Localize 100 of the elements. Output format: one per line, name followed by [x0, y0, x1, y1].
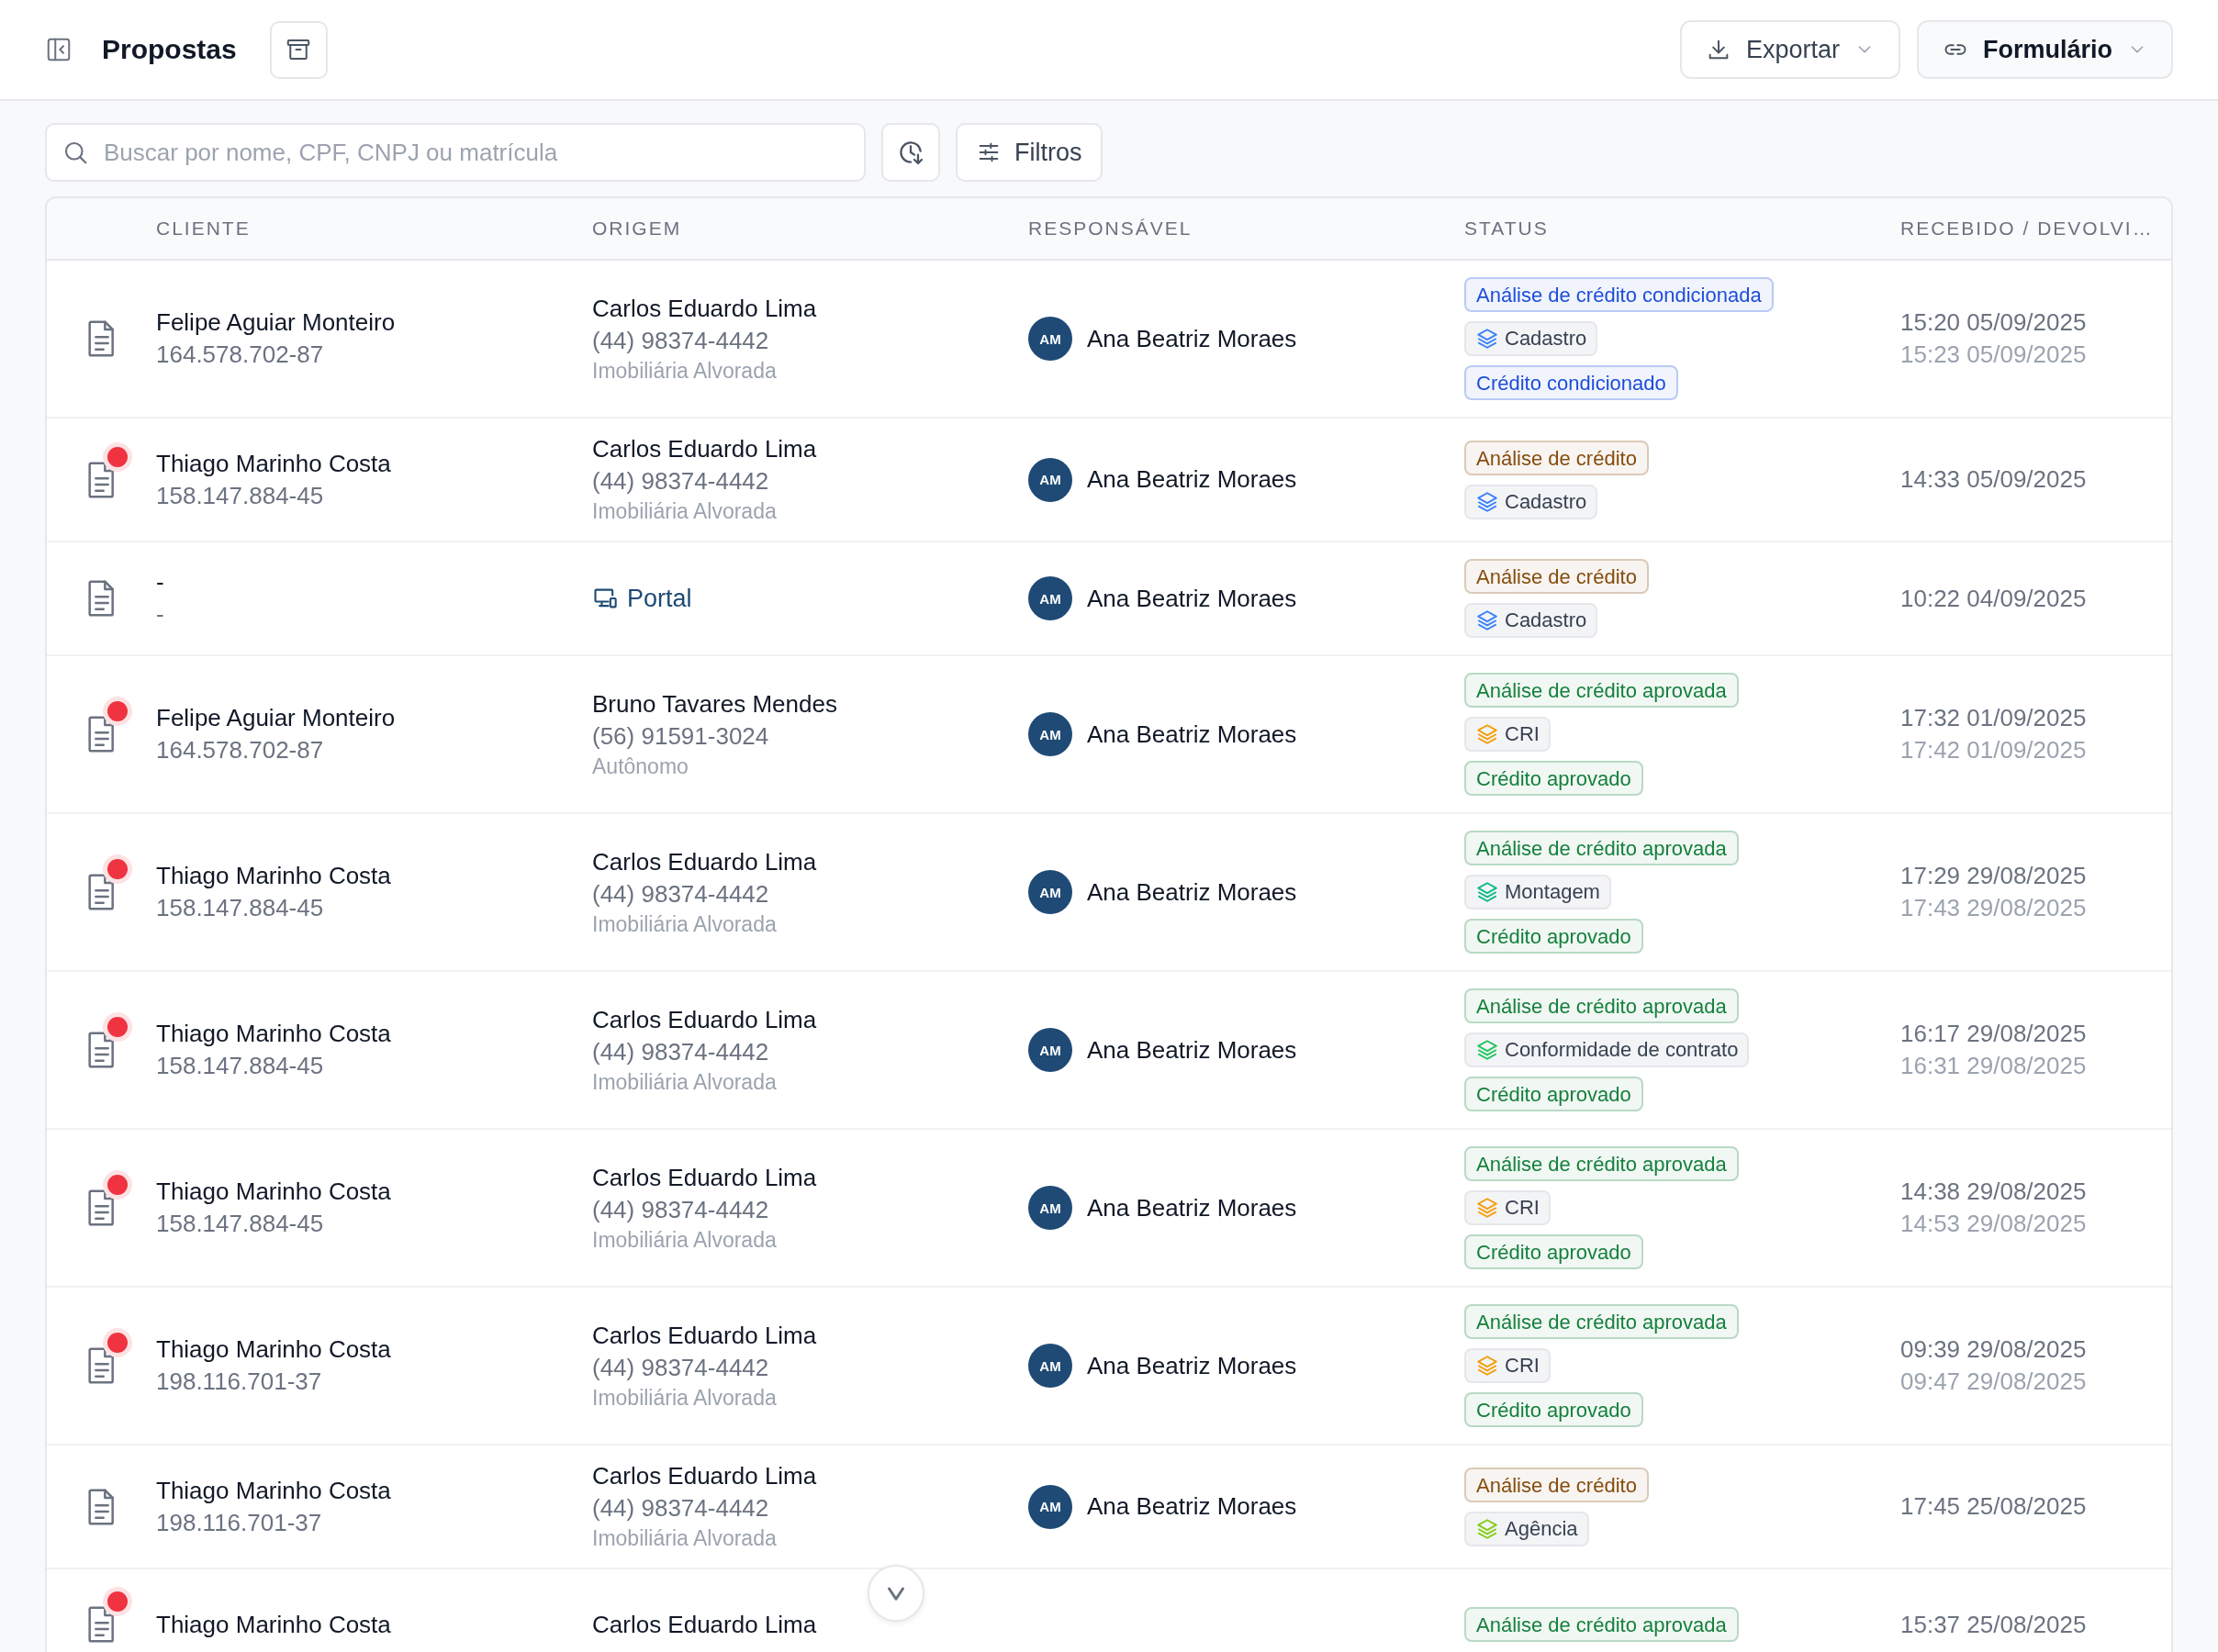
received-time: 17:32 01/09/2025: [1900, 704, 2087, 732]
stage-label: Cadastro: [1505, 488, 1587, 515]
received-time: 16:17 29/08/2025: [1900, 1020, 2087, 1048]
avatar: AM: [1028, 1028, 1072, 1072]
column-header: RESPONSÁVEL: [1028, 218, 1193, 240]
origin-phone: (44) 98374-4442: [592, 879, 769, 909]
received-time: 10:22 04/09/2025: [1900, 584, 2087, 613]
assignee-name: Ana Beatriz Moraes: [1087, 720, 1297, 749]
received-time: 14:33 05/09/2025: [1900, 465, 2087, 494]
stage-label: Conformidade de contrato: [1505, 1037, 1739, 1063]
status-tag: Análise de crédito aprovada: [1464, 1304, 1739, 1339]
origin-name: Carlos Eduardo Lima: [592, 1462, 817, 1490]
status-tag: Análise de crédito aprovada: [1464, 988, 1739, 1023]
origin-name: Carlos Eduardo Lima: [592, 1005, 817, 1034]
assignee-name: Ana Beatriz Moraes: [1087, 324, 1297, 353]
origin-company: Imobiliária Alvorada: [592, 1385, 777, 1411]
origin-phone: (44) 98374-4442: [592, 1037, 769, 1066]
returned-time: 09:47 29/08/2025: [1900, 1367, 2087, 1396]
received-time: 15:37 25/08/2025: [1900, 1610, 2087, 1639]
stage-label: CRI: [1505, 721, 1540, 747]
filters-button[interactable]: Filtros: [956, 123, 1103, 182]
archive-button[interactable]: [269, 20, 328, 79]
client-document: 164.578.702-87: [156, 340, 324, 369]
status-tag: Análise de crédito aprovada: [1464, 1607, 1739, 1642]
returned-time: 14:53 29/08/2025: [1900, 1210, 2087, 1238]
origin-name: Carlos Eduardo Lima: [592, 1163, 817, 1192]
client-name: Thiago Marinho Costa: [156, 449, 391, 478]
form-button[interactable]: Formulário: [1917, 20, 2173, 79]
avatar: AM: [1028, 1186, 1072, 1230]
assignee-name: Ana Beatriz Moraes: [1087, 465, 1297, 494]
export-button[interactable]: Exportar: [1679, 20, 1900, 79]
client-document: 158.147.884-45: [156, 894, 324, 922]
origin-phone: (56) 91591-3024: [592, 721, 769, 751]
stage-label: Cadastro: [1505, 326, 1587, 352]
assignee-name: Ana Beatriz Moraes: [1087, 877, 1297, 907]
status-tag: Análise de crédito aprovada: [1464, 673, 1739, 708]
client-name: Thiago Marinho Costa: [156, 1610, 391, 1639]
search-field[interactable]: Buscar por nome, CPF, CNPJ ou matrícula: [45, 123, 866, 182]
stage-label: CRI: [1505, 1195, 1540, 1221]
origin-name: Carlos Eduardo Lima: [592, 1321, 817, 1350]
assignee-name: Ana Beatriz Moraes: [1087, 1193, 1297, 1222]
client-name: Thiago Marinho Costa: [156, 1335, 391, 1364]
received-time: 15:20 05/09/2025: [1900, 308, 2087, 337]
returned-time: 16:31 29/08/2025: [1900, 1052, 2087, 1080]
origin-company: Imobiliária Alvorada: [592, 499, 777, 524]
column-header: STATUS: [1464, 218, 1550, 240]
column-header: RECEBIDO / DEVOLVI…: [1900, 218, 2155, 240]
origin-name: Carlos Eduardo Lima: [592, 1610, 817, 1639]
client-document: 158.147.884-45: [156, 481, 324, 510]
origin-name: Carlos Eduardo Lima: [592, 294, 817, 323]
assignee-name: Ana Beatriz Moraes: [1087, 1035, 1297, 1065]
status-tag: Crédito aprovado: [1464, 1234, 1643, 1269]
received-time: 17:45 25/08/2025: [1900, 1492, 2087, 1521]
origin-company: Imobiliária Alvorada: [592, 1227, 777, 1253]
column-header: CLIENTE: [156, 218, 252, 240]
origin-phone: (44) 98374-4442: [592, 1195, 769, 1224]
sidebar-toggle-icon[interactable]: [45, 36, 73, 63]
client-document: 198.116.701-37: [156, 1508, 322, 1537]
assignee-name: Ana Beatriz Moraes: [1087, 584, 1297, 613]
status-tag: Análise de crédito aprovada: [1464, 1146, 1739, 1181]
client-name: Thiago Marinho Costa: [156, 862, 391, 890]
avatar: AM: [1028, 870, 1072, 914]
status-tag: Crédito aprovado: [1464, 761, 1643, 796]
origin-name: Carlos Eduardo Lima: [592, 435, 817, 463]
client-document: -: [156, 600, 164, 629]
origin-company: Imobiliária Alvorada: [592, 358, 777, 384]
portal-link[interactable]: Portal: [592, 584, 692, 613]
origin-company: Imobiliária Alvorada: [592, 1526, 777, 1551]
status-tag: Crédito aprovado: [1464, 1077, 1643, 1111]
status-tag: Análise de crédito condicionada: [1464, 277, 1774, 312]
returned-time: 17:42 01/09/2025: [1900, 736, 2087, 765]
status-tag: Crédito aprovado: [1464, 919, 1643, 954]
origin-name: Carlos Eduardo Lima: [592, 847, 817, 876]
history-button[interactable]: [881, 123, 940, 182]
avatar: AM: [1028, 1484, 1072, 1529]
status-tag: Crédito aprovado: [1464, 1392, 1643, 1427]
avatar: AM: [1028, 576, 1072, 620]
origin-company: Autônomo: [592, 753, 689, 779]
client-name: Thiago Marinho Costa: [156, 1178, 391, 1206]
status-tag: Análise de crédito: [1464, 1467, 1649, 1502]
received-time: 14:38 29/08/2025: [1900, 1178, 2087, 1206]
assignee-name: Ana Beatriz Moraes: [1087, 1351, 1297, 1380]
client-document: 158.147.884-45: [156, 1052, 324, 1080]
client-name: -: [156, 568, 164, 597]
client-document: 164.578.702-87: [156, 736, 324, 765]
origin-phone: (44) 98374-4442: [592, 1353, 769, 1382]
avatar: AM: [1028, 317, 1072, 361]
returned-time: 15:23 05/09/2025: [1900, 340, 2087, 369]
column-header: ORIGEM: [592, 218, 683, 240]
avatar: AM: [1028, 1344, 1072, 1388]
stage-label: Agência: [1505, 1515, 1578, 1542]
origin-name: Bruno Tavares Mendes: [592, 689, 837, 719]
origin-phone: (44) 98374-4442: [592, 1494, 769, 1523]
status-tag: Análise de crédito aprovada: [1464, 831, 1739, 865]
stage-label: CRI: [1505, 1353, 1540, 1379]
status-tag: Análise de crédito: [1464, 559, 1649, 594]
assignee-name: Ana Beatriz Moraes: [1087, 1492, 1297, 1521]
avatar: AM: [1028, 712, 1072, 756]
origin-phone: (44) 98374-4442: [592, 467, 769, 496]
status-tag: Crédito condicionado: [1464, 365, 1678, 400]
